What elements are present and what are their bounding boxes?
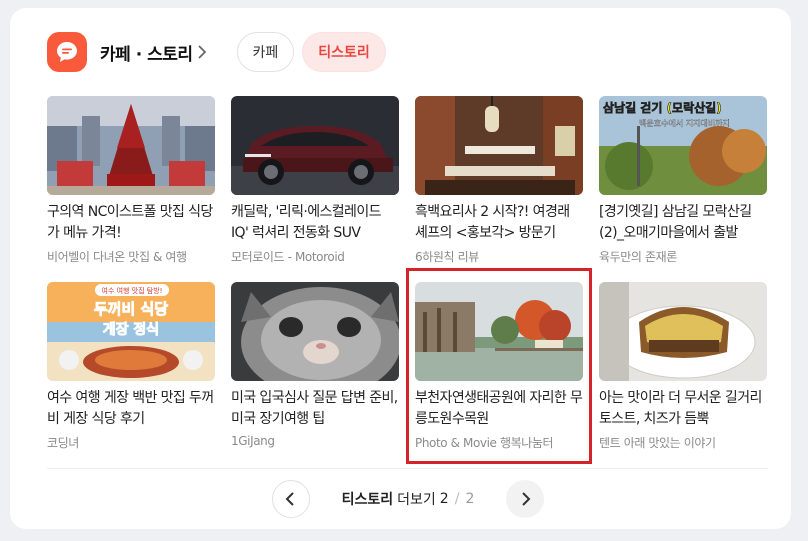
thumbnail-image — [231, 96, 399, 195]
thumbnail-image — [599, 282, 767, 381]
thumb-overlay-subtext: 백운호수에서 지지대비까지 — [639, 118, 730, 128]
section-title[interactable]: 카페 · 스토리 — [100, 40, 193, 65]
thumbnail-image — [47, 96, 215, 195]
thumb-overlay-title: 두꺼비 식당 — [94, 300, 168, 318]
chevron-right-icon — [522, 492, 531, 506]
story-item[interactable]: 구의역 NC이스트폴 맛집 식당가 메뉴 가격! 비어벨이 다녀온 맛집 & 여… — [47, 96, 215, 271]
item-title[interactable]: 부천자연생태공원에 자리한 무릉도원수목원 — [415, 388, 583, 430]
tab-cafe[interactable]: 카페 — [236, 32, 295, 72]
more-label[interactable]: 티스토리 더보기 2 / 2 — [342, 489, 475, 509]
item-source[interactable]: 육두만의 존재론 — [599, 248, 767, 265]
story-card: 카페 · 스토리 카페 티스토리 구의역 NC이스트폴 맛집 식당가 메뉴 가격… — [10, 8, 791, 529]
tab-tistory[interactable]: 티스토리 — [302, 32, 386, 72]
item-title[interactable]: 캐딜락, '리릭·에스컬레이드 IQ' 럭셔리 전동화 SUV — [231, 202, 399, 244]
item-title[interactable]: [경기옛길] 삼남길 모락산길(2)_오매기마을에서 출발 — [599, 202, 767, 244]
thumbnail-image — [415, 96, 583, 195]
story-item-highlighted[interactable]: 부천자연생태공원에 자리한 무릉도원수목원 Photo & Movie 행복나눔… — [415, 282, 583, 457]
story-item[interactable]: 캐딜락, '리릭·에스컬레이드 IQ' 럭셔리 전동화 SUV 모터로이드 - … — [231, 96, 399, 271]
pagination: 티스토리 더보기 2 / 2 — [272, 480, 544, 518]
story-item[interactable]: 흑백요리사 2 시작?! 여경래 셰프의 <홍보각> 방문기 6하원칙 리뷰 — [415, 96, 583, 271]
thumbnail-image: 삼남길 걷기 (모락산길) 백운호수에서 지지대비까지 — [599, 96, 767, 195]
story-item[interactable]: 여수 여행 맛집 탐방! 두꺼비 식당 게장 정식 여수 여행 게장 백반 맛집… — [47, 282, 215, 457]
page-current: 2 — [439, 491, 449, 507]
card-header: 카페 · 스토리 카페 티스토리 — [47, 32, 386, 72]
prev-page-button[interactable] — [272, 480, 310, 518]
next-page-button[interactable] — [505, 480, 544, 518]
thumb-overlay-text: 삼남길 걷기 (모락산길) — [603, 100, 722, 115]
story-grid: 구의역 NC이스트폴 맛집 식당가 메뉴 가격! 비어벨이 다녀온 맛집 & 여… — [47, 96, 768, 466]
item-source[interactable]: 텐트 아래 맛있는 이야기 — [599, 434, 767, 451]
item-title[interactable]: 구의역 NC이스트폴 맛집 식당가 메뉴 가격! — [47, 202, 215, 244]
item-title[interactable]: 아는 맛이라 더 무서운 길거리토스트, 치즈가 듬뿍 — [599, 388, 767, 430]
tab-list: 카페 티스토리 — [236, 32, 386, 72]
thumbnail-image: 여수 여행 맛집 탐방! 두꺼비 식당 게장 정식 — [47, 282, 215, 381]
item-source[interactable]: 1GiJang — [231, 434, 399, 448]
item-title[interactable]: 흑백요리사 2 시작?! 여경래 셰프의 <홍보각> 방문기 — [415, 202, 583, 244]
more-label-brand: 티스토리 — [341, 492, 394, 508]
story-item[interactable]: 아는 맛이라 더 무서운 길거리토스트, 치즈가 듬뿍 텐트 아래 맛있는 이야… — [599, 282, 767, 457]
thumb-overlay-tag: 여수 여행 맛집 탐방! — [101, 286, 162, 295]
thumbnail-image — [231, 282, 399, 381]
item-source[interactable]: 모터로이드 - Motoroid — [231, 248, 399, 265]
item-source[interactable]: 비어벨이 다녀온 맛집 & 여행 — [47, 248, 215, 265]
thumb-overlay-title-2: 게장 정식 — [103, 321, 159, 338]
chevron-right-icon[interactable] — [197, 45, 211, 59]
item-source[interactable]: Photo & Movie 행복나눔터 — [415, 434, 583, 451]
page-total: 2 — [465, 491, 475, 507]
story-item[interactable]: 삼남길 걷기 (모락산길) 백운호수에서 지지대비까지 [경기옛길] 삼남길 모… — [599, 96, 767, 271]
more-label-suffix: 더보기 — [397, 492, 436, 508]
item-source[interactable]: 6하원칙 리뷰 — [415, 248, 583, 265]
story-item[interactable]: 미국 입국심사 질문 답변 준비, 미국 장기여행 팁 1GiJang — [231, 282, 399, 457]
divider — [47, 468, 768, 469]
item-title[interactable]: 여수 여행 게장 백반 맛집 두꺼비 게장 식당 후기 — [47, 388, 215, 430]
page-separator: / — [454, 491, 460, 507]
item-source[interactable]: 코딩녀 — [47, 434, 215, 451]
thumbnail-image — [415, 282, 583, 381]
item-title[interactable]: 미국 입국심사 질문 답변 준비, 미국 장기여행 팁 — [231, 388, 399, 430]
chat-bubble-icon — [47, 32, 87, 72]
chevron-left-icon — [285, 492, 294, 506]
